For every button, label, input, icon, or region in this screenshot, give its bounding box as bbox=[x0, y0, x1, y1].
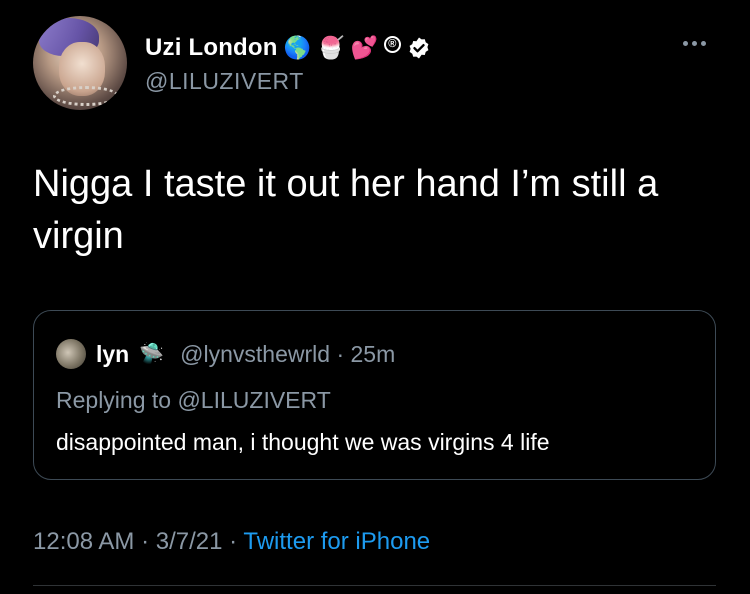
quoted-tweet-text: disappointed man, i thought we was virgi… bbox=[56, 429, 550, 455]
quoted-tweet-card[interactable]: lyn 🛸 @lynvsthewrld · 25m Replying to @L… bbox=[33, 310, 716, 480]
tweet-date[interactable]: 3/7/21 bbox=[156, 528, 223, 555]
ice-cream-emoji-icon: 🍧 bbox=[317, 35, 345, 60]
separator-dot: · bbox=[141, 528, 150, 555]
globe-emoji-icon: 🌎 bbox=[283, 35, 312, 60]
author-name[interactable]: Uzi London bbox=[145, 34, 278, 62]
tweet-time[interactable]: 12:08 AM bbox=[33, 528, 134, 555]
tweet-source-link[interactable]: Twitter for iPhone bbox=[243, 528, 430, 555]
quoted-tweet-header: lyn 🛸 @lynvsthewrld · 25m bbox=[56, 339, 395, 369]
tweet-meta: 12:08 AM · 3/7/21 · Twitter for iPhone bbox=[33, 528, 430, 556]
quoted-handle-text: @lynvsthewrld bbox=[180, 340, 331, 367]
author-name-row: Uzi London 🌎 🍧 💕 ® bbox=[145, 34, 431, 62]
more-options-icon[interactable] bbox=[683, 38, 713, 48]
separator-dot: · bbox=[229, 528, 238, 555]
verified-badge-icon bbox=[409, 37, 429, 59]
more-dot bbox=[683, 40, 688, 46]
divider bbox=[33, 585, 716, 586]
avatar-chain-shape bbox=[53, 86, 119, 106]
hearts-emoji-icon: 💕 bbox=[350, 35, 378, 60]
quoted-author-name: lyn bbox=[96, 340, 130, 367]
quoted-replying-to[interactable]: Replying to @LILUZIVERT bbox=[56, 387, 331, 414]
quoted-author-handle: @lynvsthewrld · 25m bbox=[180, 341, 395, 368]
registered-mark-icon: ® bbox=[383, 35, 401, 53]
more-dot bbox=[701, 40, 706, 46]
separator-dot: · bbox=[336, 340, 345, 367]
more-dot bbox=[692, 40, 697, 46]
ufo-emoji-icon: 🛸 bbox=[139, 343, 165, 365]
tweet-text: Nigga I taste it out her hand I’m still … bbox=[33, 163, 659, 257]
quoted-tweet-time: 25m bbox=[350, 340, 396, 367]
quoted-author-avatar[interactable] bbox=[56, 339, 86, 369]
author-avatar[interactable] bbox=[33, 16, 127, 110]
author-handle[interactable]: @LILUZIVERT bbox=[145, 68, 304, 95]
